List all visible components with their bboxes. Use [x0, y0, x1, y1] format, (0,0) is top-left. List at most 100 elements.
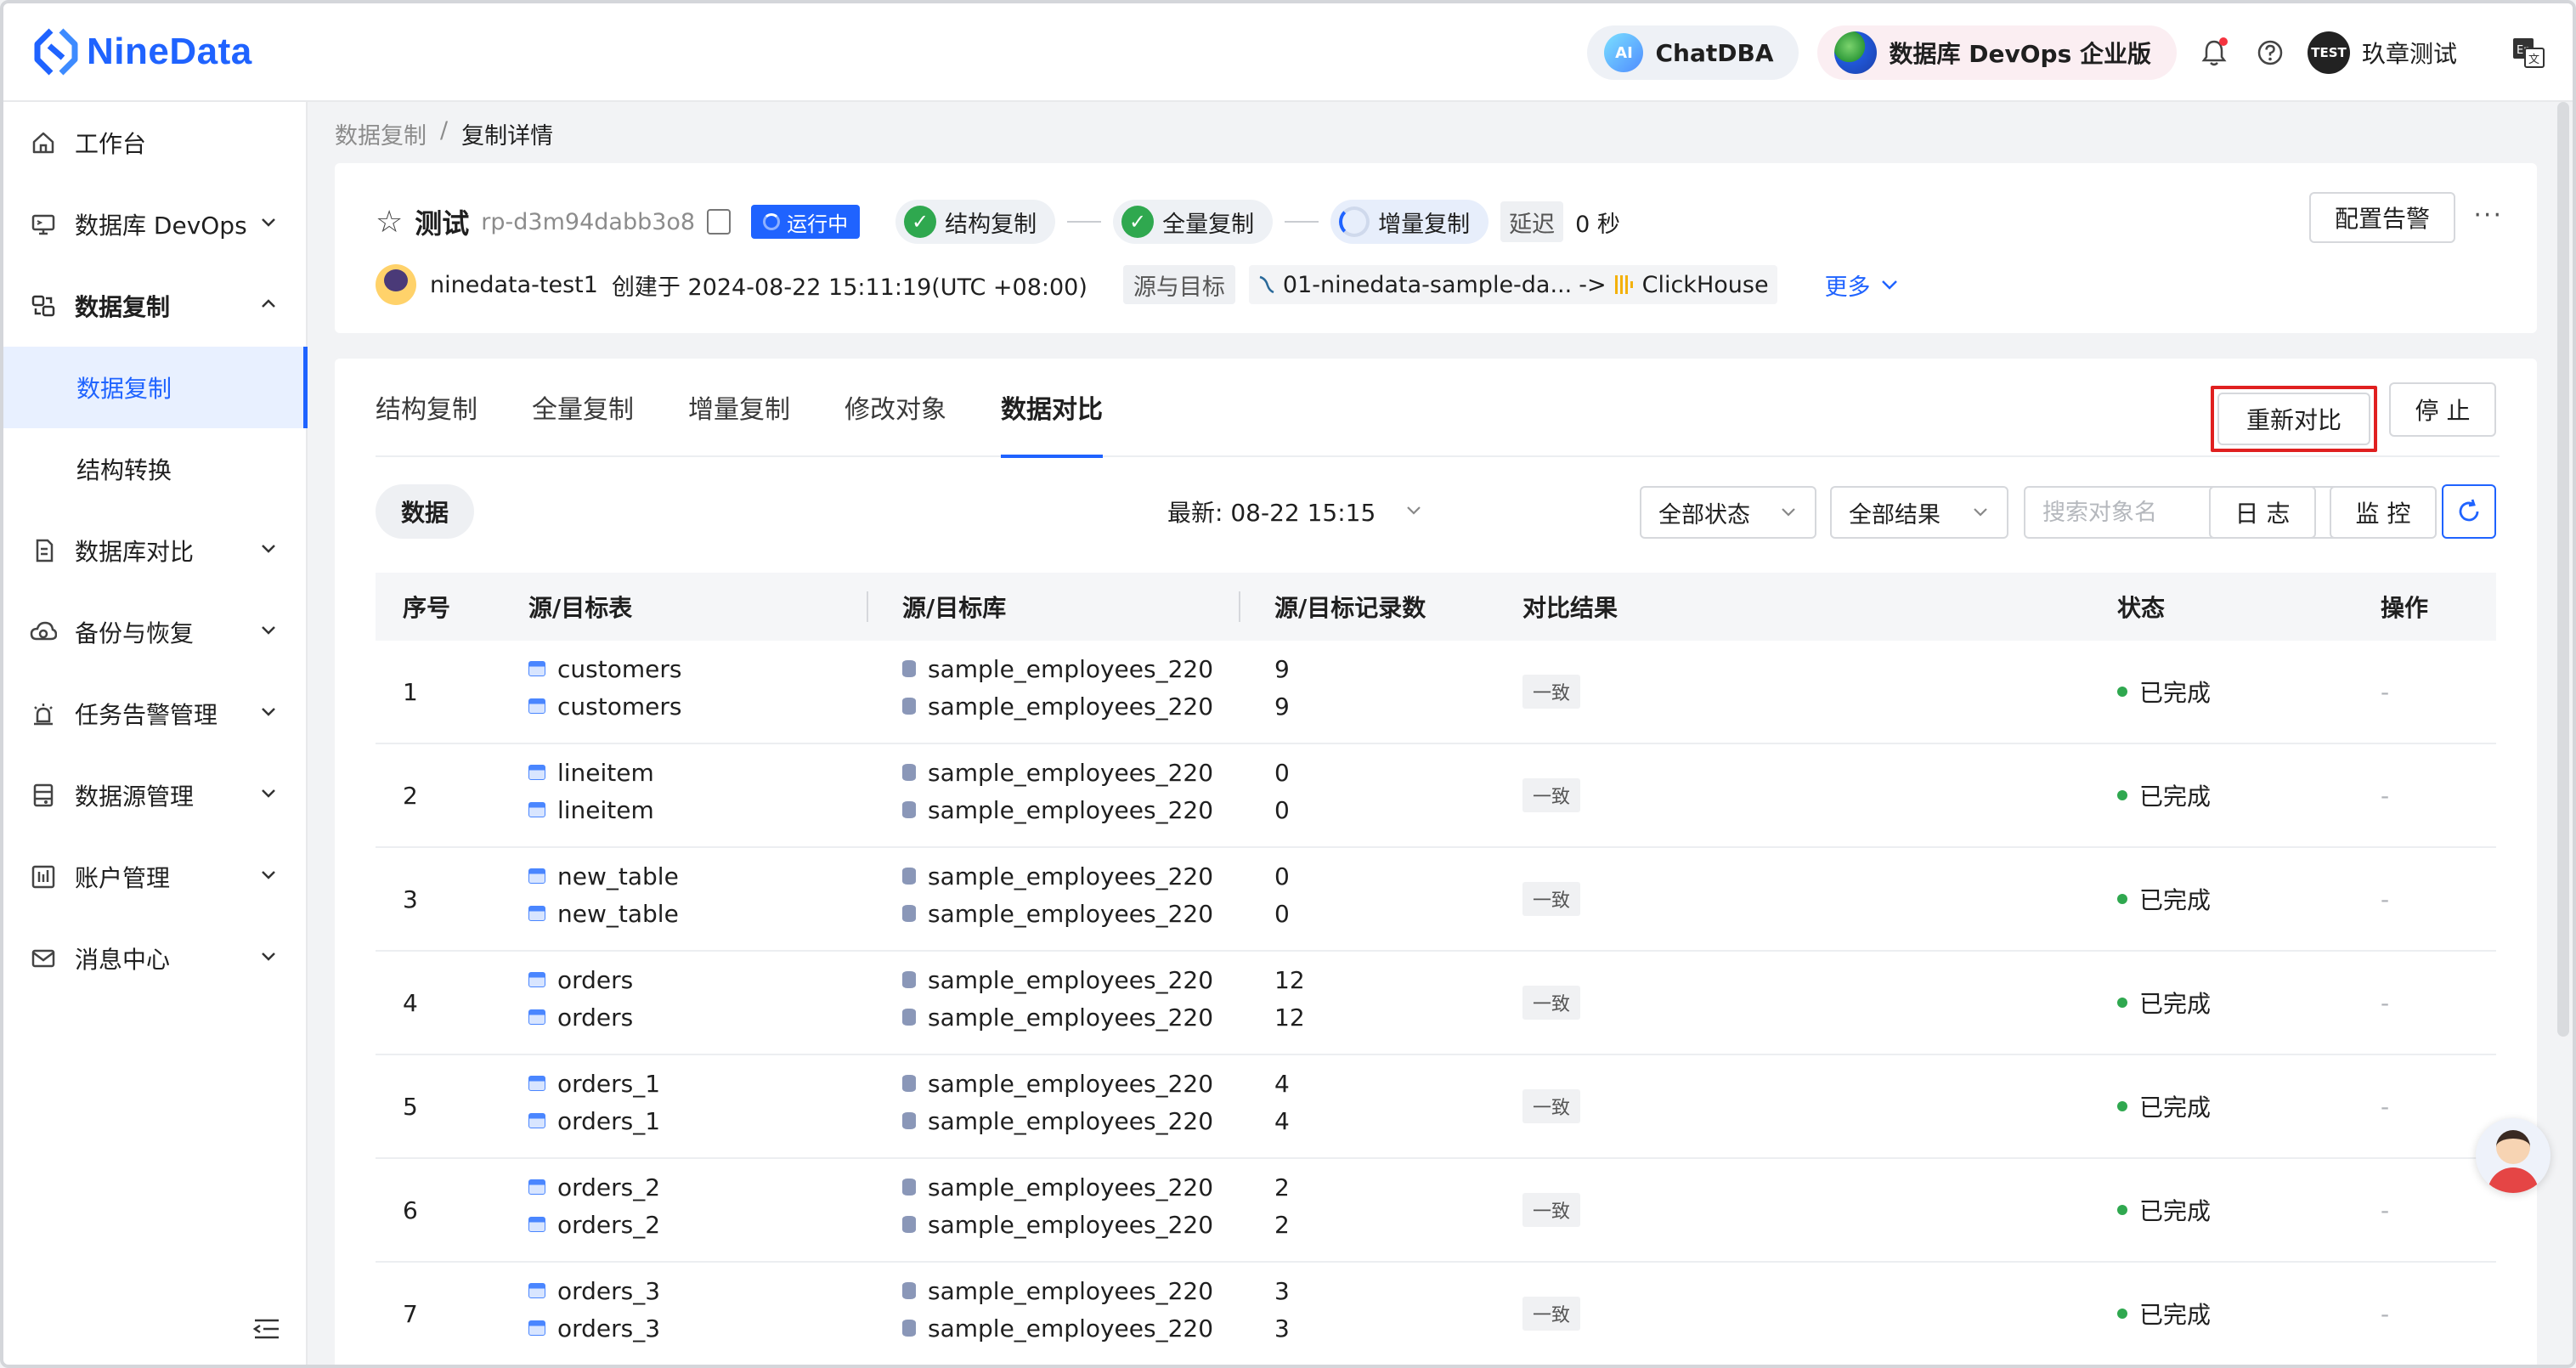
source-name: 01-ninedata-sample-da... [1282, 271, 1573, 298]
alarm-icon [29, 699, 58, 728]
more-link[interactable]: 更多 [1825, 269, 1900, 302]
sidebar-item-label: 数据库对比 [75, 538, 195, 566]
table-row: 6 orders_2 orders_2 sample_employees_220… [376, 1159, 2496, 1263]
sidebar-item-alerts[interactable]: 任务告警管理 [3, 673, 308, 755]
page-scrollbar[interactable] [2557, 102, 2569, 1037]
source-count: 3 [1274, 1276, 1290, 1305]
collapse-sidebar-icon[interactable] [250, 1312, 284, 1346]
tab-structure[interactable]: 结构复制 [376, 358, 477, 456]
source-table: customers [557, 654, 682, 683]
source-db: sample_employees_220 [928, 654, 1214, 683]
stop-button[interactable]: 停 止 [2389, 382, 2496, 437]
sidebar-item-replication[interactable]: 数据复制 [3, 265, 308, 347]
help-icon[interactable] [2251, 34, 2289, 71]
support-assistant-icon[interactable] [2476, 1118, 2551, 1193]
chevron-down-icon [1881, 280, 1897, 290]
table-icon [528, 1009, 545, 1025]
database-icon [902, 1009, 916, 1026]
source-count: 9 [1274, 654, 1290, 683]
loading-icon [1339, 206, 1370, 237]
row-number: 6 [403, 1196, 418, 1224]
tab-modify-objects[interactable]: 修改对象 [845, 358, 946, 456]
result-tag: 一致 [1522, 986, 1581, 1020]
tab-incremental[interactable]: 增量复制 [688, 358, 790, 456]
monitor-button[interactable]: 监 控 [2330, 486, 2437, 539]
col-no: 序号 [403, 594, 451, 622]
sidebar-item-label: 备份与恢复 [75, 619, 195, 647]
breadcrumb-parent[interactable]: 数据复制 [335, 117, 427, 150]
sidebar-item-messages[interactable]: 消息中心 [3, 918, 308, 999]
table-icon [528, 1179, 545, 1195]
target-db: sample_employees_220 [928, 1106, 1214, 1135]
devops-edition-button[interactable]: 数据库 DevOps 企业版 [1817, 25, 2177, 80]
stage-structure: ✓ 结构复制 [895, 200, 1056, 244]
result-filter[interactable]: 全部结果 [1830, 486, 2008, 539]
tab-data-compare[interactable]: 数据对比 [1001, 358, 1103, 458]
status-dot [2117, 998, 2127, 1008]
col-result: 对比结果 [1522, 594, 1618, 622]
target-table: orders_1 [557, 1106, 661, 1135]
chevron-down-icon [262, 953, 275, 961]
tab-full[interactable]: 全量复制 [532, 358, 634, 456]
running-label: 运行中 [787, 212, 849, 236]
status-filter[interactable]: 全部状态 [1640, 486, 1816, 539]
table-icon [528, 661, 545, 676]
sidebar-item-account[interactable]: 账户管理 [3, 836, 308, 918]
sidebar-sub-structure-convert[interactable]: 结构转换 [3, 428, 308, 510]
stage-full: ✓ 全量复制 [1113, 200, 1274, 244]
latest-time-select[interactable]: 最新: 08-22 15:15 [1167, 484, 1423, 539]
home-icon [29, 128, 58, 157]
bell-icon[interactable] [2195, 34, 2233, 71]
app-window: NineData AI ChatDBA 数据库 DevOps 企业版 TEST … [0, 0, 2576, 1368]
copy-icon[interactable] [707, 209, 732, 235]
user-avatar[interactable]: TEST [2307, 31, 2350, 74]
chevron-down-icon [1407, 506, 1421, 515]
database-icon [902, 660, 916, 677]
data-chip[interactable]: 数据 [376, 484, 475, 539]
stage-connector [1067, 221, 1102, 223]
result-tag: 一致 [1522, 1297, 1581, 1331]
action-cell: - [2381, 885, 2390, 913]
user-name[interactable]: 玖章测试 [2362, 36, 2457, 70]
refresh-button[interactable] [2442, 484, 2496, 539]
sidebar-sub-replication[interactable]: 数据复制 [3, 347, 308, 428]
target-count: 2 [1274, 1210, 1290, 1239]
target-table: orders_3 [557, 1314, 661, 1343]
latest-time: 最新: 08-22 15:15 [1167, 499, 1376, 527]
status-cell: 已完成 [2117, 1297, 2211, 1331]
source-table: lineitem [557, 758, 654, 787]
source-datasource[interactable]: 01-ninedata-sample-da... -> ClickHouse [1248, 265, 1777, 304]
log-button[interactable]: 日 志 [2209, 486, 2316, 539]
column-resizer[interactable] [1239, 591, 1240, 622]
sidebar-item-backup[interactable]: 备份与恢复 [3, 591, 308, 673]
compare-table: 序号 源/目标表 源/目标库 源/目标记录数 对比结果 状态 操作 1 cust… [376, 573, 2496, 1365]
col-status: 状态 [2117, 594, 2166, 622]
source-table: orders_2 [557, 1173, 661, 1201]
status-cell: 已完成 [2117, 778, 2211, 812]
table-row: 4 orders orders sample_employees_220 sam… [376, 952, 2496, 1055]
language-icon[interactable]: En 文 [2510, 34, 2547, 71]
config-alert-button[interactable]: 配置告警 [2308, 192, 2455, 243]
breadcrumb-current: 复制详情 [461, 123, 554, 150]
more-options-icon[interactable]: ··· [2473, 201, 2503, 230]
row-number: 7 [403, 1300, 418, 1328]
recompare-button[interactable]: 重新对比 [2217, 393, 2370, 445]
source-count: 4 [1274, 1069, 1290, 1098]
sidebar-item-devops[interactable]: 数据库 DevOps [3, 184, 308, 265]
source-table: orders_1 [557, 1069, 661, 1098]
column-resizer[interactable] [867, 591, 868, 622]
chevron-down-icon [262, 218, 275, 227]
star-icon[interactable]: ☆ [376, 205, 403, 240]
sidebar-item-workbench[interactable]: 工作台 [3, 102, 308, 184]
target-table: lineitem [557, 795, 654, 824]
sidebar-item-db-compare[interactable]: 数据库对比 [3, 510, 308, 591]
database-icon [902, 1320, 916, 1337]
target-table: orders [557, 1003, 634, 1032]
target-count: 4 [1274, 1106, 1290, 1135]
globe-icon [1834, 31, 1878, 74]
sidebar-item-datasource[interactable]: 数据源管理 [3, 755, 308, 836]
chatdba-button[interactable]: AI ChatDBA [1587, 25, 1799, 80]
row-number: 4 [403, 989, 418, 1017]
logo[interactable]: NineData [34, 27, 252, 76]
sidebar: 工作台 数据库 DevOps 数据复制 数据复制 结构转换 数据库对比 备份与恢… [3, 102, 308, 1365]
